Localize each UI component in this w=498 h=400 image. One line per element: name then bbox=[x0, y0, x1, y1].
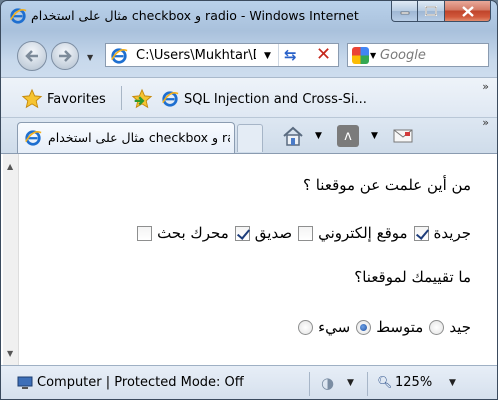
source-checkbox-group: جريدة موقع إلكتروني صديق محرك بحث bbox=[137, 224, 471, 242]
rating-radio-group: جيد متوسط سيء bbox=[298, 318, 471, 336]
home-icon bbox=[283, 126, 303, 146]
back-arrow-icon bbox=[25, 50, 38, 62]
checkbox-label: موقع إلكتروني bbox=[318, 224, 408, 242]
address-divider bbox=[278, 44, 279, 66]
browser-window: مثال على استخدام checkbox و radio - Wind… bbox=[0, 0, 498, 400]
search-box[interactable]: ▼ Google bbox=[347, 43, 489, 67]
tab-bar: مثال على استخدام checkbox و radio... ▼ ᴧ… bbox=[1, 116, 497, 154]
checkbox-option-website[interactable]: موقع إلكتروني bbox=[298, 224, 408, 242]
maximize-button[interactable] bbox=[418, 1, 445, 22]
favorite-link-sql-injection[interactable]: SQL Injection and Cross-Si... bbox=[161, 87, 367, 111]
home-dropdown-icon[interactable]: ▼ bbox=[315, 124, 322, 148]
privacy-globe-icon[interactable]: ◑ bbox=[321, 374, 334, 392]
address-bar[interactable]: C:\Users\Mukhtar\Desktop\checkbox.html ▼… bbox=[105, 43, 339, 67]
caption-buttons bbox=[391, 1, 491, 22]
friend-checkbox[interactable] bbox=[234, 225, 250, 241]
ie-logo-icon bbox=[10, 8, 27, 24]
forward-arrow-icon bbox=[59, 50, 72, 62]
newspaper-checkbox[interactable] bbox=[413, 225, 429, 241]
search-provider-dropdown-icon[interactable]: ▼ bbox=[370, 51, 376, 60]
privacy-dropdown-icon[interactable]: ▼ bbox=[347, 378, 354, 388]
back-button[interactable] bbox=[17, 41, 47, 71]
recent-pages-dropdown-icon[interactable]: ▼ bbox=[87, 53, 93, 62]
new-tab-button[interactable] bbox=[237, 124, 263, 152]
radio-option-good[interactable]: جيد bbox=[429, 318, 471, 336]
ie-page-icon bbox=[162, 91, 179, 107]
bad-radio[interactable] bbox=[298, 319, 314, 335]
question-rating: ما تقييمك لموقعنا؟ bbox=[354, 268, 471, 286]
title-bar: مثال على استخدام checkbox و radio - Wind… bbox=[1, 1, 497, 35]
home-button[interactable] bbox=[281, 124, 305, 148]
checkbox-label: محرك بحث bbox=[157, 224, 229, 242]
radio-label: سيء bbox=[318, 318, 351, 336]
favorites-overflow-chevron-icon[interactable]: » bbox=[482, 80, 489, 93]
search-input[interactable]: Google bbox=[380, 48, 426, 63]
good-radio[interactable] bbox=[429, 319, 445, 335]
status-bar: Computer | Protected Mode: Off ◑ ▼ 🔍︎ 12… bbox=[1, 365, 497, 399]
favorites-divider bbox=[121, 86, 122, 110]
checkbox-option-search-engine[interactable]: محرك بحث bbox=[137, 224, 229, 242]
minimize-button[interactable] bbox=[391, 1, 418, 22]
ie-page-icon bbox=[25, 130, 42, 146]
scroll-up-icon[interactable]: ▲ bbox=[7, 162, 13, 171]
refresh-icon[interactable]: ⇆ bbox=[284, 46, 297, 64]
ie-page-icon bbox=[111, 48, 128, 64]
computer-zone-icon bbox=[17, 376, 33, 389]
search-engine-checkbox[interactable] bbox=[137, 225, 153, 241]
star-icon bbox=[21, 88, 43, 109]
average-radio[interactable] bbox=[356, 319, 372, 335]
close-button[interactable] bbox=[445, 1, 491, 22]
status-divider bbox=[309, 372, 310, 396]
website-checkbox[interactable] bbox=[298, 225, 314, 241]
window-title: مثال على استخدام checkbox و radio - Wind… bbox=[31, 8, 361, 23]
command-bar-overflow-chevron-icon[interactable]: » bbox=[482, 116, 489, 129]
address-dropdown-icon[interactable]: ▼ bbox=[264, 51, 271, 61]
favorite-link-label: SQL Injection and Cross-Si... bbox=[184, 91, 367, 107]
rss-feed-icon: ᴧ bbox=[337, 125, 359, 147]
navigation-bar: ▼ C:\Users\Mukhtar\Desktop\checkbox.html… bbox=[1, 37, 497, 73]
radio-option-bad[interactable]: سيء bbox=[298, 318, 350, 336]
minimize-icon bbox=[400, 11, 409, 15]
add-to-favorites-icon[interactable] bbox=[131, 88, 153, 110]
checkbox-label: صديق bbox=[254, 224, 293, 242]
question-heard-about-us: من أين علمت عن موقعنا ؟ bbox=[303, 176, 471, 194]
mail-icon bbox=[393, 129, 413, 143]
forward-button[interactable] bbox=[51, 42, 79, 70]
feeds-dropdown-icon[interactable]: ▼ bbox=[371, 124, 378, 148]
web-page: من أين علمت عن موقعنا ؟ جريدة موقع إلكتر… bbox=[21, 154, 497, 366]
close-icon bbox=[461, 5, 474, 17]
checkbox-option-newspaper[interactable]: جريدة bbox=[413, 224, 471, 242]
favorites-label: Favorites bbox=[47, 91, 106, 107]
stop-icon[interactable]: ✕ bbox=[316, 44, 331, 65]
google-search-provider-icon[interactable] bbox=[352, 47, 369, 64]
tab-active[interactable]: مثال على استخدام checkbox و radio... bbox=[17, 122, 235, 154]
radio-label: جيد bbox=[449, 318, 471, 336]
maximize-icon bbox=[425, 6, 437, 16]
radio-option-average[interactable]: متوسط bbox=[356, 318, 423, 336]
zoom-dropdown-icon[interactable]: ▼ bbox=[449, 378, 456, 388]
mail-button[interactable] bbox=[391, 124, 415, 148]
zoom-magnifier-icon[interactable]: 🔍︎ bbox=[377, 375, 392, 389]
checkbox-option-friend[interactable]: صديق bbox=[234, 224, 293, 242]
favorites-bar: Favorites SQL Injection and Cross-Si... … bbox=[1, 77, 497, 117]
scroll-down-icon[interactable]: ▼ bbox=[7, 349, 13, 358]
feeds-button[interactable]: ᴧ bbox=[337, 124, 359, 148]
address-input[interactable]: C:\Users\Mukhtar\Desktop\checkbox.html bbox=[136, 48, 256, 63]
status-divider bbox=[367, 372, 368, 396]
status-zone-text: Computer | Protected Mode: Off bbox=[37, 375, 244, 390]
page-content: ▲ ▼ من أين علمت عن موقعنا ؟ جريدة موقع إ… bbox=[1, 153, 497, 366]
vertical-scrollbar[interactable]: ▲ ▼ bbox=[3, 154, 19, 366]
zoom-level[interactable]: 125% bbox=[395, 375, 432, 390]
checkbox-label: جريدة bbox=[433, 224, 471, 242]
radio-label: متوسط bbox=[376, 318, 424, 336]
favorites-button[interactable]: Favorites bbox=[21, 87, 106, 111]
tab-label: مثال على استخدام checkbox و radio... bbox=[48, 130, 230, 145]
